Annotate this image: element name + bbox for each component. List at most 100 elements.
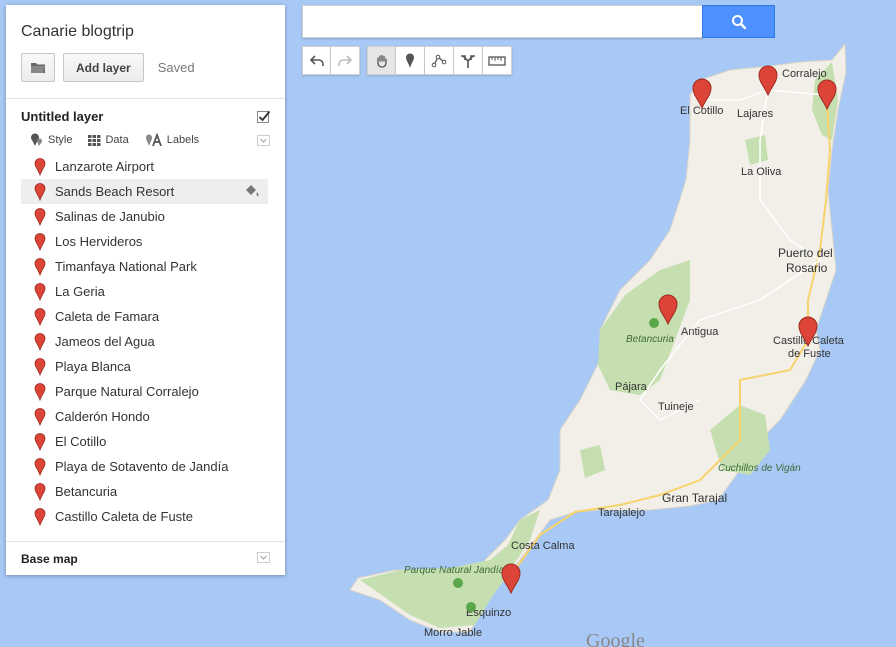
place-label: Caleta de Famara — [55, 309, 160, 324]
open-map-button[interactable] — [21, 53, 55, 82]
place-marker-icon — [34, 307, 46, 326]
place-item[interactable]: Caleta de Famara — [21, 304, 270, 329]
place-item[interactable]: Salinas de Janubio — [21, 204, 270, 229]
search-button[interactable] — [702, 5, 775, 38]
history-toolbar — [302, 46, 360, 75]
marker-icon — [406, 53, 414, 68]
label-rosario: Rosario — [786, 261, 828, 275]
label-pajara: Pájara — [615, 381, 648, 393]
map-panel: Canarie blogtrip Add layer Saved Untitle… — [6, 5, 285, 575]
place-item[interactable]: El Cotillo — [21, 429, 270, 454]
place-marker-icon — [34, 432, 46, 451]
label-la-oliva: La Oliva — [741, 166, 782, 178]
label-morro-jable: Morro Jable — [424, 627, 482, 639]
place-label: Calderón Hondo — [55, 409, 150, 424]
label-antigua: Antigua — [681, 326, 719, 338]
place-item[interactable]: Parque Natural Corralejo — [21, 379, 270, 404]
line-icon — [431, 54, 447, 67]
place-label: Betancuria — [55, 484, 118, 499]
place-marker-icon — [34, 282, 46, 301]
search-input[interactable] — [302, 5, 703, 38]
place-item[interactable]: Betancuria — [21, 479, 270, 504]
draw-line-button[interactable] — [425, 46, 454, 75]
label-corralejo: Corralejo — [782, 68, 827, 80]
places-list: Lanzarote Airport Sands Beach Resort Salin… — [21, 154, 270, 529]
base-map-dropdown[interactable] — [257, 550, 270, 568]
labels-label: Labels — [166, 134, 200, 146]
data-label: Data — [105, 134, 129, 146]
place-marker-icon — [34, 232, 46, 251]
place-marker-icon — [34, 357, 46, 376]
place-label: Jameos del Agua — [55, 334, 155, 349]
place-item[interactable]: Jameos del Agua — [21, 329, 270, 354]
style-label: Style — [48, 134, 73, 146]
place-label: Playa de Sotavento de Jandía — [55, 459, 229, 474]
layer-visibility-checkbox[interactable] — [257, 110, 271, 123]
place-label: Lanzarote Airport — [55, 159, 155, 174]
base-map-section[interactable]: Base map — [6, 542, 285, 575]
place-marker-icon — [34, 482, 46, 501]
label-gran-tarajal: Gran Tarajal — [662, 491, 727, 505]
dropdown-icon — [257, 551, 270, 563]
paint-bucket-icon[interactable] — [244, 183, 260, 202]
labels-tool[interactable]: Labels — [145, 133, 199, 147]
directions-button[interactable] — [454, 46, 483, 75]
label-lajares: Lajares — [737, 108, 774, 120]
label-betancuria: Betancuria — [626, 334, 674, 345]
place-item[interactable]: Sands Beach Resort — [21, 179, 268, 204]
label-parque-jandia: Parque Natural Jandía — [404, 565, 505, 576]
search-icon — [731, 14, 746, 29]
place-label: Salinas de Janubio — [55, 209, 165, 224]
redo-icon — [338, 54, 352, 66]
place-item[interactable]: Playa de Sotavento de Jandía — [21, 454, 270, 479]
label-puerto-del: Puerto del — [778, 246, 833, 260]
add-layer-button[interactable]: Add layer — [63, 53, 144, 82]
place-marker-icon — [34, 407, 46, 426]
place-item[interactable]: Los Hervideros — [21, 229, 270, 254]
layer-options-dropdown[interactable] — [257, 133, 270, 151]
measure-button[interactable] — [483, 46, 512, 75]
place-item[interactable]: Playa Blanca — [21, 354, 270, 379]
redo-button[interactable] — [331, 46, 360, 75]
place-label: Timanfaya National Park — [55, 259, 197, 274]
place-label: La Geria — [55, 284, 105, 299]
label-costa-calma: Costa Calma — [511, 540, 575, 552]
place-label: Parque Natural Corralejo — [55, 384, 199, 399]
layer-title[interactable]: Untitled layer — [21, 109, 103, 124]
dropdown-icon — [257, 135, 270, 146]
grid-icon — [88, 134, 101, 146]
data-tool[interactable]: Data — [88, 134, 129, 146]
undo-button[interactable] — [302, 46, 331, 75]
directions-icon — [461, 54, 475, 68]
place-marker-icon — [34, 457, 46, 476]
folder-icon — [31, 63, 45, 73]
labels-icon — [145, 133, 162, 147]
place-marker-icon — [34, 257, 46, 276]
select-tool-button[interactable] — [367, 46, 396, 75]
place-marker-icon — [34, 157, 46, 176]
layer-tools: Style Data Labels — [21, 133, 270, 147]
map-title[interactable]: Canarie blogtrip — [21, 23, 270, 41]
place-marker-icon — [34, 207, 46, 226]
label-cuchillos: Cuchillos de Vigán — [718, 463, 801, 474]
place-item[interactable]: Lanzarote Airport — [21, 154, 270, 179]
place-item[interactable]: Calderón Hondo — [21, 404, 270, 429]
save-status: Saved — [157, 60, 195, 75]
hand-icon — [376, 54, 387, 68]
place-marker-icon — [34, 182, 46, 201]
place-item[interactable]: Castillo Caleta de Fuste — [21, 504, 270, 529]
style-tool[interactable]: Style — [30, 133, 72, 147]
add-marker-button[interactable] — [396, 46, 425, 75]
ruler-icon — [488, 55, 506, 66]
place-label: Los Hervideros — [55, 234, 143, 249]
layer-section: Untitled layer Style Data Labels Lanzaro… — [6, 99, 285, 542]
place-label: El Cotillo — [55, 434, 107, 449]
place-marker-icon — [34, 382, 46, 401]
place-label: Playa Blanca — [55, 359, 131, 374]
place-item[interactable]: Timanfaya National Park — [21, 254, 270, 279]
label-castillo-2: de Fuste — [788, 348, 831, 360]
park-icon — [453, 578, 463, 588]
checkbox-icon — [257, 110, 271, 123]
place-item[interactable]: La Geria — [21, 279, 270, 304]
place-label: Castillo Caleta de Fuste — [55, 509, 194, 524]
